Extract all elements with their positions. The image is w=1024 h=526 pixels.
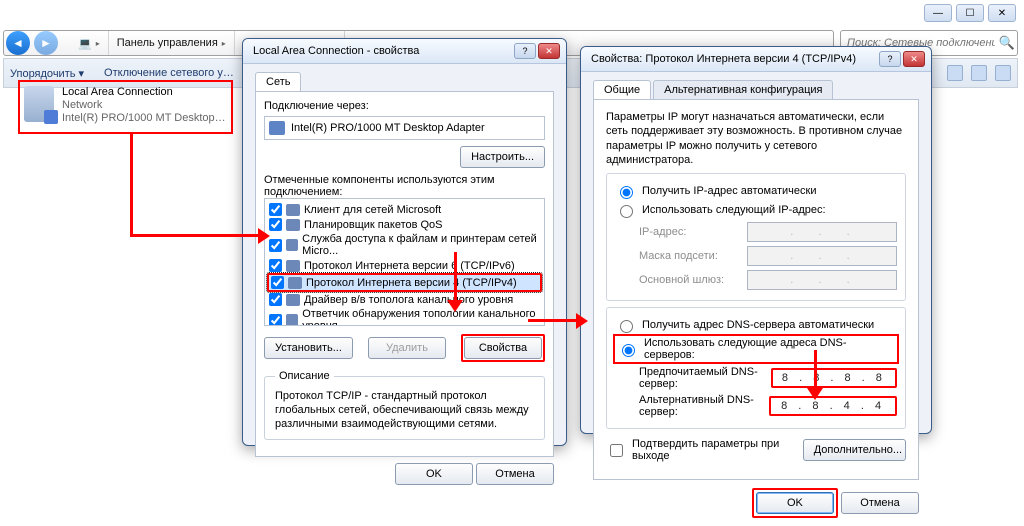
organize-menu[interactable]: Упорядочить ▾ <box>10 67 84 80</box>
lac-properties-dialog: Local Area Connection - свойства ? ✕ Сет… <box>242 38 567 446</box>
lac-title: Local Area Connection - свойства <box>253 45 512 57</box>
properties-button[interactable]: Свойства <box>464 337 542 359</box>
connection-adapter: Intel(R) PRO/1000 MT Desktop Ad… <box>62 112 227 125</box>
preferred-dns-field[interactable]: 8 . 8 . 8 . 8 <box>771 368 897 388</box>
sys-max-button[interactable]: ☐ <box>956 4 984 22</box>
mask-label: Маска подсети: <box>639 250 718 262</box>
adapter-name: Intel(R) PRO/1000 MT Desktop Adapter <box>291 122 485 134</box>
list-item: Клиент для сетей Microsoft <box>267 202 542 217</box>
search-icon: 🔍 <box>997 35 1017 51</box>
ipv4-properties-dialog: Свойства: Протокол Интернета версии 4 (T… <box>580 46 932 434</box>
nav-back-button[interactable]: ◄ <box>6 31 30 55</box>
radio-manual-dns[interactable] <box>622 344 635 357</box>
ipv4-help-button[interactable]: ? <box>879 51 901 67</box>
breadcrumb-1[interactable]: Панель управления▸ <box>108 31 234 55</box>
component-icon <box>286 294 300 306</box>
pref-dns-label: Предпочитаемый DNS-сервер: <box>639 366 771 390</box>
ipv4-close-button[interactable]: ✕ <box>903 51 925 67</box>
list-item: Планировщик пакетов QoS <box>267 217 542 232</box>
component-icon <box>288 277 302 289</box>
radio-auto-ip[interactable] <box>620 186 633 199</box>
connection-name: Local Area Connection <box>62 86 227 99</box>
preview-pane-icon[interactable] <box>971 65 987 81</box>
advanced-button[interactable]: Дополнительно... <box>803 439 906 461</box>
view-icon[interactable] <box>947 65 963 81</box>
connection-status: Network <box>62 99 227 112</box>
install-button[interactable]: Установить... <box>264 337 353 359</box>
ip-field: . . . <box>747 222 897 242</box>
list-item: Драйвер в/в тополога канального уровня <box>267 292 542 307</box>
connection-tile[interactable]: Local Area Connection Network Intel(R) P… <box>18 80 233 134</box>
help-icon[interactable] <box>995 65 1011 81</box>
lac-help-button[interactable]: ? <box>514 43 536 59</box>
alternate-dns-field[interactable]: 8 . 8 . 4 . 4 <box>769 396 897 416</box>
sys-close-button[interactable]: ✕ <box>988 4 1016 22</box>
component-icon <box>286 260 300 272</box>
disable-device-button[interactable]: Отключение сетевого у… <box>104 67 234 79</box>
components-list[interactable]: Клиент для сетей Microsoft Планировщик п… <box>264 198 545 326</box>
description-legend: Описание <box>275 370 334 382</box>
nav-fwd-button[interactable]: ► <box>34 31 58 55</box>
tab-alt-config[interactable]: Альтернативная конфигурация <box>653 80 833 99</box>
ipv4-ok-button[interactable]: OK <box>756 492 834 514</box>
system-window-buttons: — ☐ ✕ <box>924 4 1016 22</box>
component-icon <box>286 239 298 251</box>
connect-via-label: Подключение через: <box>264 100 545 112</box>
configure-button[interactable]: Настроить... <box>460 146 545 168</box>
ipv4-cancel-button[interactable]: Отмена <box>841 492 919 514</box>
intro-text: Параметры IP могут назначаться автоматич… <box>606 110 906 167</box>
breadcrumb-icon[interactable]: 💻▸ <box>70 31 108 55</box>
adapter-icon <box>269 121 285 135</box>
radio-manual-ip[interactable] <box>620 205 633 218</box>
description-text: Протокол TCP/IP - стандартный протокол г… <box>275 390 534 431</box>
ip-label: IP-адрес: <box>639 226 686 238</box>
lac-close-button[interactable]: ✕ <box>538 43 560 59</box>
gateway-field: . . . <box>747 270 897 290</box>
tab-network[interactable]: Сеть <box>255 72 301 91</box>
component-icon <box>286 204 300 216</box>
validate-checkbox[interactable] <box>610 444 623 457</box>
remove-button: Удалить <box>368 337 446 359</box>
component-icon <box>286 219 300 231</box>
list-item: Ответчик обнаружения топологии канальног… <box>267 307 542 326</box>
lac-ok-button[interactable]: OK <box>395 463 473 485</box>
connection-icon <box>24 86 54 122</box>
list-item: Протокол Интернета версии 6 (TCP/IPv6) <box>267 258 542 273</box>
mask-field: . . . <box>747 246 897 266</box>
list-item-tcpipv4[interactable]: Протокол Интернета версии 4 (TCP/IPv4) <box>267 273 542 292</box>
sys-min-button[interactable]: — <box>924 4 952 22</box>
components-label: Отмеченные компоненты используются этим … <box>264 174 545 198</box>
alt-dns-label: Альтернативный DNS-сервер: <box>639 394 769 418</box>
component-icon <box>286 314 298 326</box>
lac-cancel-button[interactable]: Отмена <box>476 463 554 485</box>
list-item: Служба доступа к файлам и принтерам сете… <box>267 232 542 258</box>
gw-label: Основной шлюз: <box>639 274 724 286</box>
tab-general[interactable]: Общие <box>593 80 651 99</box>
network-icon: 💻 <box>78 37 92 50</box>
ipv4-title: Свойства: Протокол Интернета версии 4 (T… <box>591 53 877 65</box>
radio-auto-dns[interactable] <box>620 320 633 333</box>
